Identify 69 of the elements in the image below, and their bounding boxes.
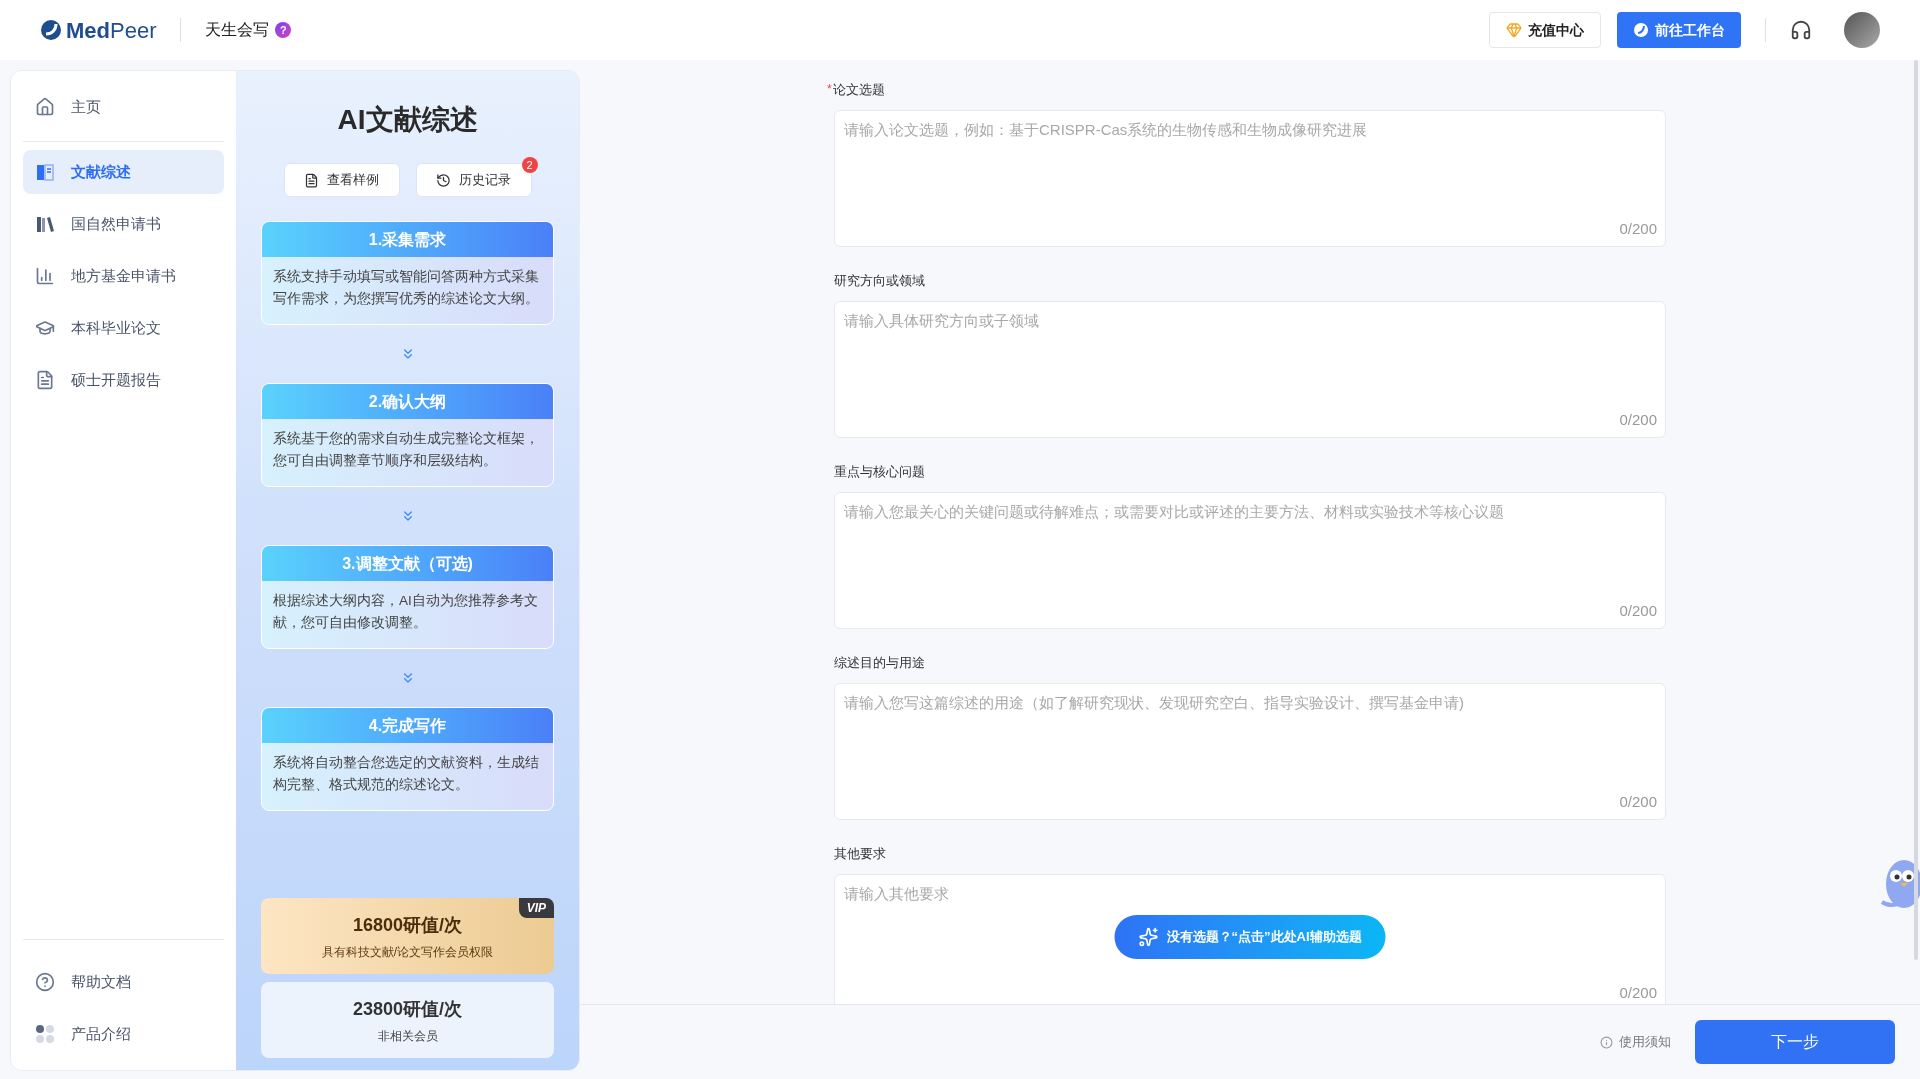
help-icon[interactable]: ?: [275, 22, 292, 38]
price-note: 具有科技文献/论文写作会员权限: [321, 943, 494, 961]
document-icon: [35, 370, 55, 390]
text-area[interactable]: 请输入您最关心的关键问题或待解难点；或需要对比或评述的主要方法、材料或实验技术等核心议题 0/200: [834, 492, 1666, 629]
vip-badge: VIP: [518, 898, 554, 918]
text-area[interactable]: 请输入具体研究方向或子领域 0/200: [834, 301, 1666, 438]
panel-title: AI文献综述: [337, 103, 478, 137]
step-title: 4.完成写作: [262, 708, 553, 743]
price-note: 非相关会员: [377, 1027, 438, 1045]
field-label: 重点与核心问题: [834, 463, 925, 481]
count-badge: 2: [521, 157, 538, 173]
step-title: 1.采集需求: [262, 222, 553, 257]
books-icon: [35, 214, 55, 234]
required-mark: *: [827, 81, 832, 98]
character-counter: 0/200: [1619, 409, 1657, 430]
grid-icon: [35, 1024, 55, 1044]
info-icon: [1600, 1035, 1613, 1049]
input-field[interactable]: 请输入您写这篇综述的用途（如了解研究现状、发现研究空白、指导实验设计、撰写基金申请): [835, 684, 1665, 784]
sidebar-item[interactable]: 国自然申请书: [23, 202, 224, 246]
input-field[interactable]: 请输入您最关心的关键问题或待解难点；或需要对比或评述的主要方法、材料或实验技术等核心议题: [835, 493, 1665, 593]
input-field[interactable]: 请输入论文选题，例如：基于CRISPR-Cas系统的生物传感和生物成像研究进展: [835, 111, 1665, 211]
price-text: 23800研值/次: [352, 997, 463, 1021]
help-icon: [35, 972, 55, 992]
step-description: 系统支持手动填写或智能问答两种方式采集写作需求，为您撰写优秀的综述论文大纲。: [272, 268, 540, 308]
document-icon: [304, 172, 319, 188]
character-counter: 0/200: [1619, 218, 1657, 239]
home-icon: [35, 97, 55, 117]
step-title: 3.调整文献（可选): [262, 546, 553, 581]
step-description: 系统将自动整合您选定的文献资料，生成结构完整、格式规范的综述论文。: [272, 754, 540, 794]
logo-text: MedPeer: [66, 16, 157, 45]
gem-icon: [1506, 22, 1522, 38]
avatar[interactable]: [1844, 12, 1880, 48]
step-description: 根据综述大纲内容，AI自动为您推荐参考文献，您可自由修改调整。: [272, 592, 539, 632]
recharge-button[interactable]: 充值中心: [1489, 12, 1601, 48]
character-counter: 0/200: [1619, 600, 1657, 621]
sidebar-item[interactable]: 地方基金申请书: [23, 254, 224, 298]
sidebar-item[interactable]: 本科毕业论文: [23, 306, 224, 350]
sidebar-item[interactable]: 帮助文档: [23, 960, 224, 1004]
history-icon: [436, 172, 451, 188]
step-title: 2.确认大纲: [262, 384, 553, 419]
logo-icon: [40, 19, 62, 41]
product-name: 天生会写: [205, 20, 270, 40]
graduation-cap-icon: [35, 318, 55, 338]
sidebar-item[interactable]: 硕士开题报告: [23, 358, 224, 402]
character-counter: 0/200: [1619, 791, 1657, 812]
text-area[interactable]: 请输入其他要求 0/200 没有选题？“点击”此处AI辅助选题: [834, 874, 1666, 1004]
step-description: 系统基于您的需求自动生成完整论文框架，您可自由调整章节顺序和层级结构。: [272, 430, 540, 470]
field-label: 论文选题: [832, 81, 885, 99]
sidebar-item[interactable]: 主页: [23, 85, 224, 129]
field-label: 其他要求: [834, 845, 886, 863]
ai-topic-button[interactable]: 没有选题？“点击”此处AI辅助选题: [1114, 915, 1386, 959]
sidebar-item[interactable]: 文献综述: [23, 150, 224, 194]
document-icon: [35, 162, 55, 182]
text-area[interactable]: 请输入论文选题，例如：基于CRISPR-Cas系统的生物传感和生物成像研究进展 0/200: [834, 110, 1666, 247]
logo-icon: [1633, 22, 1649, 38]
sparkle-icon: [1138, 927, 1159, 947]
character-counter: 0/200: [1619, 982, 1657, 1003]
workbench-button[interactable]: 前往工作台: [1617, 12, 1741, 48]
chart-icon: [35, 266, 55, 286]
input-field[interactable]: 请输入具体研究方向或子领域: [835, 302, 1665, 402]
field-label: 研究方向或领域: [834, 272, 925, 290]
headset-icon[interactable]: [1790, 19, 1812, 41]
sample-button[interactable]: 查看样例: [283, 163, 400, 197]
text-area[interactable]: 请输入您写这篇综述的用途（如了解研究现状、发现研究空白、指导实验设计、撰写基金申请) 0/200: [834, 683, 1666, 820]
usage-notice-link[interactable]: 使用须知: [1600, 1032, 1671, 1052]
sidebar-item[interactable]: 产品介绍: [23, 1012, 224, 1056]
next-button[interactable]: 下一步: [1695, 1020, 1895, 1064]
field-label: 综述目的与用途: [834, 654, 925, 672]
price-text: 16800研值/次: [352, 913, 463, 937]
